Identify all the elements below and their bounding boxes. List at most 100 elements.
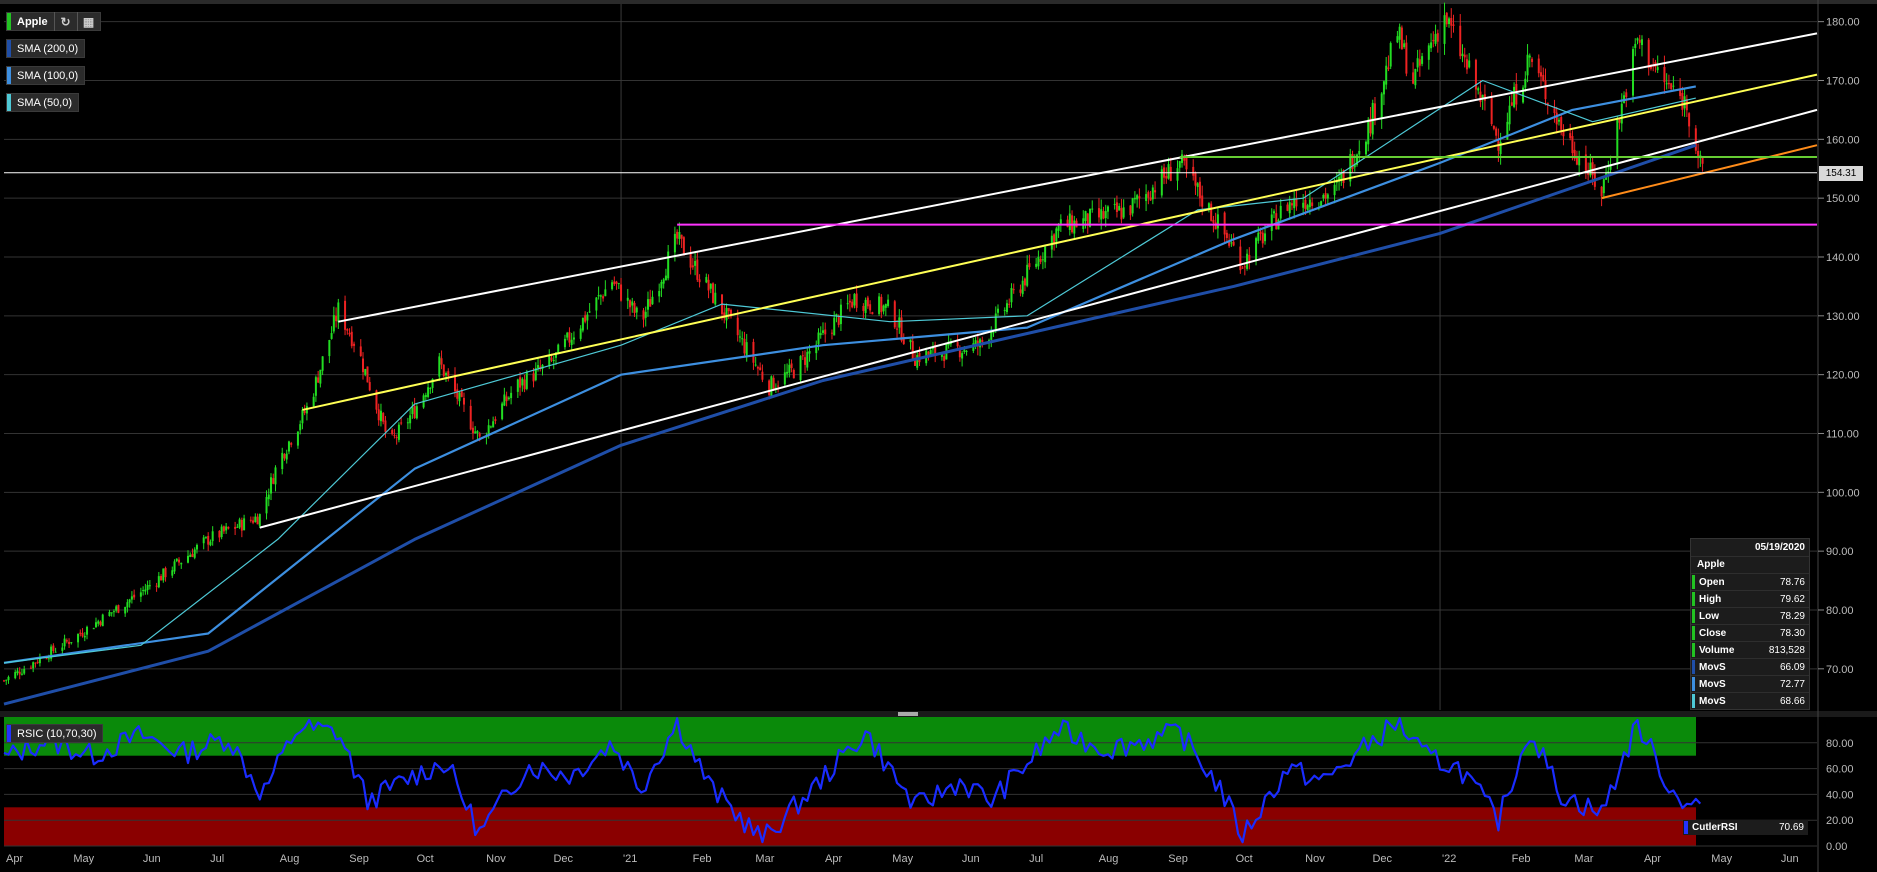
candle-body bbox=[525, 372, 528, 389]
candle-body bbox=[471, 427, 474, 434]
candle-body bbox=[1210, 203, 1213, 221]
bar-type-icon[interactable]: ▦ bbox=[76, 12, 100, 31]
candle-body bbox=[821, 330, 824, 333]
candle-body bbox=[489, 426, 492, 428]
row-label: Open bbox=[1699, 576, 1725, 588]
candle-body bbox=[254, 516, 257, 523]
candle-body bbox=[314, 377, 317, 396]
symbol-color-swatch bbox=[7, 13, 11, 30]
candle-body bbox=[1055, 228, 1058, 242]
price-tick-label: 140.00 bbox=[1826, 252, 1860, 264]
candle-body bbox=[1468, 60, 1471, 68]
row-label: MovS bbox=[1699, 661, 1726, 673]
candle-body bbox=[584, 315, 587, 322]
candle-body bbox=[1450, 18, 1453, 26]
candle-body bbox=[301, 409, 304, 424]
candle-body bbox=[806, 352, 809, 368]
candle-body bbox=[1050, 235, 1053, 250]
candle-body bbox=[1073, 220, 1076, 234]
candle-body bbox=[54, 651, 57, 653]
symbol-title-box[interactable]: Apple ↻ ▦ bbox=[6, 12, 101, 31]
time-tick-label: Aug bbox=[1099, 853, 1119, 865]
candle-body bbox=[1663, 66, 1666, 83]
candle-body bbox=[611, 282, 614, 290]
rsi-value-box: CutlerRSI 70.69 bbox=[1683, 820, 1808, 835]
candle-body bbox=[335, 315, 338, 322]
candle-body bbox=[1492, 125, 1495, 129]
candle-body bbox=[698, 279, 701, 283]
row-marker bbox=[1692, 626, 1695, 640]
indicator-rsic[interactable]: RSIC (10,70,30) bbox=[6, 724, 104, 743]
candle-body bbox=[330, 333, 333, 339]
indicator-sma-200[interactable]: SMA (200,0) bbox=[6, 39, 86, 58]
candle-body bbox=[409, 415, 412, 424]
candle-body bbox=[817, 332, 820, 345]
candle-body bbox=[855, 293, 858, 308]
candle-body bbox=[579, 328, 582, 339]
rsi-tick-label: 20.00 bbox=[1826, 815, 1854, 827]
candle-body bbox=[160, 576, 163, 581]
candle-body bbox=[1255, 238, 1258, 261]
candle-body bbox=[391, 430, 394, 435]
candle-body bbox=[548, 356, 551, 366]
candle-body bbox=[1490, 98, 1493, 125]
time-tick-label: Dec bbox=[553, 853, 573, 865]
candle-body bbox=[359, 346, 362, 357]
candle-body bbox=[65, 640, 68, 642]
candle-body bbox=[1270, 214, 1273, 231]
candle-body bbox=[47, 658, 50, 660]
candle-body bbox=[173, 561, 176, 572]
moving-average-line bbox=[3, 79, 1696, 664]
candle-body bbox=[346, 329, 349, 331]
candle-body bbox=[164, 567, 167, 578]
candle-body bbox=[155, 585, 158, 587]
candle-body bbox=[258, 514, 261, 526]
candle-body bbox=[1448, 18, 1451, 25]
candle-body bbox=[503, 394, 506, 406]
candle-body bbox=[447, 371, 450, 376]
candle-body bbox=[362, 358, 365, 373]
time-tick-label: Jul bbox=[210, 853, 224, 865]
candle-body bbox=[117, 605, 120, 613]
candle-body bbox=[1625, 92, 1628, 98]
candle-body bbox=[1618, 119, 1621, 123]
candle-body bbox=[1118, 206, 1121, 211]
candle-body bbox=[191, 553, 194, 557]
candle-body bbox=[1427, 45, 1430, 60]
candle-body bbox=[777, 385, 780, 387]
candle-body bbox=[709, 283, 712, 289]
candle-body bbox=[756, 367, 759, 369]
data-window-symbol: Apple bbox=[1691, 556, 1809, 573]
candle-body bbox=[913, 360, 916, 366]
candle-body bbox=[1389, 43, 1392, 67]
candle-body bbox=[1405, 42, 1408, 74]
rsi-tick-label: 40.00 bbox=[1826, 789, 1854, 801]
chart-canvas[interactable]: 70.00 80.00 90.00 100.00 110.00 120.00 130.00 1… bbox=[0, 0, 1877, 872]
candle-body bbox=[882, 305, 885, 312]
candle-body bbox=[752, 341, 755, 363]
candle-body bbox=[1120, 208, 1123, 220]
candle-body bbox=[1602, 179, 1605, 194]
candle-body bbox=[364, 369, 367, 375]
time-tick-label: Jun bbox=[962, 853, 980, 865]
candle-body bbox=[521, 378, 524, 386]
candle-body bbox=[862, 305, 865, 311]
candle-body bbox=[568, 332, 571, 343]
candle-body bbox=[1165, 175, 1168, 179]
indicator-sma-100[interactable]: SMA (100,0) bbox=[6, 66, 86, 85]
candle-body bbox=[997, 308, 1000, 313]
row-label: Volume bbox=[1699, 644, 1735, 656]
candle-body bbox=[1003, 309, 1006, 311]
candle-body bbox=[631, 301, 634, 306]
indicator-sma-50[interactable]: SMA (50,0) bbox=[6, 93, 80, 112]
candle-body bbox=[1243, 266, 1246, 268]
refresh-icon[interactable]: ↻ bbox=[53, 12, 77, 31]
candle-body bbox=[1364, 141, 1367, 155]
candle-body bbox=[626, 297, 629, 301]
candle-body bbox=[61, 647, 64, 651]
candle-body bbox=[660, 281, 663, 289]
price-tick-label: 80.00 bbox=[1826, 605, 1854, 617]
candle-body bbox=[1201, 195, 1204, 207]
candle-body bbox=[238, 519, 241, 528]
candle-body bbox=[400, 422, 403, 424]
